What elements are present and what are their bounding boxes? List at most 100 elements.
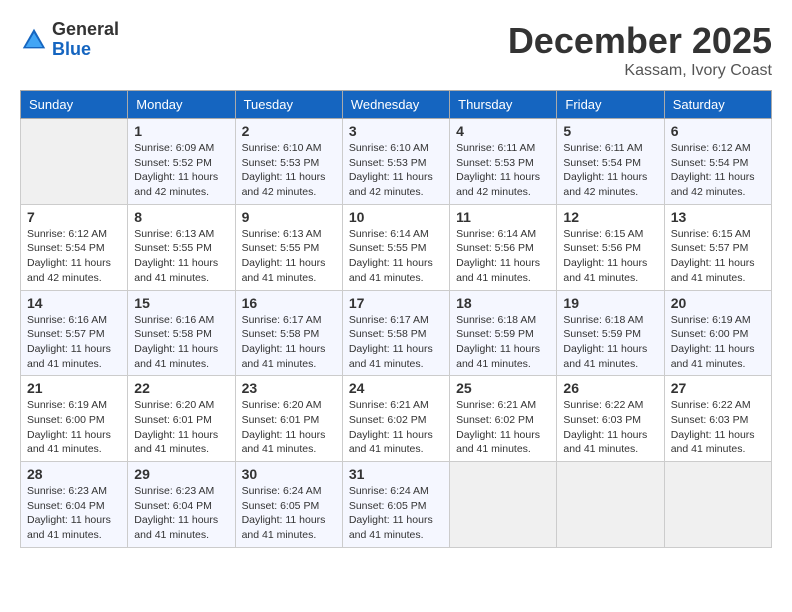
day-info: Sunrise: 6:16 AMSunset: 5:58 PMDaylight:… [134, 313, 228, 372]
calendar-cell: 10Sunrise: 6:14 AMSunset: 5:55 PMDayligh… [342, 204, 449, 290]
calendar-header-saturday: Saturday [664, 91, 771, 119]
day-number: 26 [563, 380, 657, 396]
calendar-cell: 21 Sunrise: 6:19 AMSunset: 6:00 PMDayligh… [21, 376, 128, 462]
day-number: 19 [563, 295, 657, 311]
day-info: Sunrise: 6:22 AMSunset: 6:03 PMDaylight:… [671, 398, 765, 457]
day-info: Sunrise: 6:14 AMSunset: 5:56 PMDaylight:… [456, 227, 550, 286]
calendar-cell: 31Sunrise: 6:24 AMSunset: 6:05 PMDayligh… [342, 462, 449, 548]
day-info: Sunrise: 6:16 AMSunset: 5:57 PMDaylight:… [27, 313, 121, 372]
day-info: Sunrise: 6:19 AMSunset: 6:00 PMDaylight:… [671, 313, 765, 372]
day-number: 25 [456, 380, 550, 396]
calendar-cell: 4 Sunrise: 6:11 AMSunset: 5:53 PMDaylight… [450, 119, 557, 205]
calendar-cell: 2Sunrise: 6:10 AMSunset: 5:53 PMDaylight… [235, 119, 342, 205]
day-number: 15 [134, 295, 228, 311]
day-number: 11 [456, 209, 550, 225]
day-info: Sunrise: 6:12 AMSunset: 5:54 PMDaylight:… [27, 227, 121, 286]
calendar-header-tuesday: Tuesday [235, 91, 342, 119]
day-number: 31 [349, 466, 443, 482]
calendar-cell: 14 Sunrise: 6:16 AMSunset: 5:57 PMDayligh… [21, 290, 128, 376]
day-number: 13 [671, 209, 765, 225]
day-info: Sunrise: 6:15 AMSunset: 5:56 PMDaylight:… [563, 227, 657, 286]
day-info: Sunrise: 6:21 AMSunset: 6:02 PMDaylight:… [349, 398, 443, 457]
month-title: December 2025 [508, 20, 772, 62]
calendar-cell: 13 Sunrise: 6:15 AMSunset: 5:57 PMDayligh… [664, 204, 771, 290]
calendar-cell: 7 Sunrise: 6:12 AMSunset: 5:54 PMDaylight… [21, 204, 128, 290]
calendar-cell: 24 Sunrise: 6:21 AMSunset: 6:02 PMDayligh… [342, 376, 449, 462]
day-number: 8 [134, 209, 228, 225]
calendar-cell: 20Sunrise: 6:19 AMSunset: 6:00 PMDayligh… [664, 290, 771, 376]
calendar-cell: 1Sunrise: 6:09 AMSunset: 5:52 PMDaylight… [128, 119, 235, 205]
calendar-cell: 17 Sunrise: 6:17 AMSunset: 5:58 PMDayligh… [342, 290, 449, 376]
calendar-cell: 5 Sunrise: 6:11 AMSunset: 5:54 PMDaylight… [557, 119, 664, 205]
day-number: 9 [242, 209, 336, 225]
logo: General Blue [20, 20, 119, 60]
calendar-cell: 23Sunrise: 6:20 AMSunset: 6:01 PMDayligh… [235, 376, 342, 462]
calendar-cell: 26 Sunrise: 6:22 AMSunset: 6:03 PMDayligh… [557, 376, 664, 462]
day-number: 18 [456, 295, 550, 311]
day-info: Sunrise: 6:12 AMSunset: 5:54 PMDaylight:… [671, 141, 765, 200]
calendar-header-monday: Monday [128, 91, 235, 119]
day-number: 5 [563, 123, 657, 139]
calendar-week-5: 28Sunrise: 6:23 AMSunset: 6:04 PMDayligh… [21, 462, 772, 548]
day-info: Sunrise: 6:23 AMSunset: 6:04 PMDaylight:… [134, 484, 228, 543]
calendar-cell: 30 Sunrise: 6:24 AMSunset: 6:05 PMDayligh… [235, 462, 342, 548]
day-number: 24 [349, 380, 443, 396]
calendar-cell: 8 Sunrise: 6:13 AMSunset: 5:55 PMDaylight… [128, 204, 235, 290]
calendar-cell: 3 Sunrise: 6:10 AMSunset: 5:53 PMDaylight… [342, 119, 449, 205]
day-info: Sunrise: 6:22 AMSunset: 6:03 PMDaylight:… [563, 398, 657, 457]
day-info: Sunrise: 6:17 AMSunset: 5:58 PMDaylight:… [242, 313, 336, 372]
day-info: Sunrise: 6:10 AMSunset: 5:53 PMDaylight:… [349, 141, 443, 200]
calendar-cell: 18Sunrise: 6:18 AMSunset: 5:59 PMDayligh… [450, 290, 557, 376]
calendar-cell: 22 Sunrise: 6:20 AMSunset: 6:01 PMDayligh… [128, 376, 235, 462]
calendar-header-thursday: Thursday [450, 91, 557, 119]
day-number: 6 [671, 123, 765, 139]
day-number: 29 [134, 466, 228, 482]
day-info: Sunrise: 6:14 AMSunset: 5:55 PMDaylight:… [349, 227, 443, 286]
calendar-cell: 12Sunrise: 6:15 AMSunset: 5:56 PMDayligh… [557, 204, 664, 290]
day-info: Sunrise: 6:20 AMSunset: 6:01 PMDaylight:… [134, 398, 228, 457]
day-number: 21 [27, 380, 121, 396]
location: Kassam, Ivory Coast [508, 62, 772, 80]
calendar-header-row: SundayMondayTuesdayWednesdayThursdayFrid… [21, 91, 772, 119]
day-number: 30 [242, 466, 336, 482]
calendar-cell: 27Sunrise: 6:22 AMSunset: 6:03 PMDayligh… [664, 376, 771, 462]
calendar-cell: 29 Sunrise: 6:23 AMSunset: 6:04 PMDayligh… [128, 462, 235, 548]
calendar-header-sunday: Sunday [21, 91, 128, 119]
day-info: Sunrise: 6:18 AMSunset: 5:59 PMDaylight:… [563, 313, 657, 372]
day-number: 3 [349, 123, 443, 139]
calendar-cell: 28Sunrise: 6:23 AMSunset: 6:04 PMDayligh… [21, 462, 128, 548]
calendar-cell [557, 462, 664, 548]
calendar-table: SundayMondayTuesdayWednesdayThursdayFrid… [20, 90, 772, 548]
calendar-cell: 19 Sunrise: 6:18 AMSunset: 5:59 PMDayligh… [557, 290, 664, 376]
day-number: 4 [456, 123, 550, 139]
calendar-cell: 11 Sunrise: 6:14 AMSunset: 5:56 PMDayligh… [450, 204, 557, 290]
day-info: Sunrise: 6:17 AMSunset: 5:58 PMDaylight:… [349, 313, 443, 372]
day-number: 14 [27, 295, 121, 311]
logo-general: General [52, 20, 119, 40]
calendar-week-3: 14 Sunrise: 6:16 AMSunset: 5:57 PMDayligh… [21, 290, 772, 376]
day-number: 17 [349, 295, 443, 311]
day-info: Sunrise: 6:24 AMSunset: 6:05 PMDaylight:… [242, 484, 336, 543]
logo-blue: Blue [52, 40, 119, 60]
calendar-header-wednesday: Wednesday [342, 91, 449, 119]
logo-icon [20, 26, 48, 54]
calendar-cell: 6 Sunrise: 6:12 AMSunset: 5:54 PMDaylight… [664, 119, 771, 205]
calendar-week-2: 7 Sunrise: 6:12 AMSunset: 5:54 PMDaylight… [21, 204, 772, 290]
day-number: 16 [242, 295, 336, 311]
day-info: Sunrise: 6:19 AMSunset: 6:00 PMDaylight:… [27, 398, 121, 457]
day-number: 22 [134, 380, 228, 396]
day-number: 7 [27, 209, 121, 225]
calendar-cell: 25Sunrise: 6:21 AMSunset: 6:02 PMDayligh… [450, 376, 557, 462]
calendar-header-friday: Friday [557, 91, 664, 119]
day-number: 2 [242, 123, 336, 139]
day-info: Sunrise: 6:13 AMSunset: 5:55 PMDaylight:… [134, 227, 228, 286]
calendar-week-1: 1Sunrise: 6:09 AMSunset: 5:52 PMDaylight… [21, 119, 772, 205]
calendar-cell: 15 Sunrise: 6:16 AMSunset: 5:58 PMDayligh… [128, 290, 235, 376]
calendar-cell [450, 462, 557, 548]
logo-text: General Blue [52, 20, 119, 60]
calendar-cell: 9Sunrise: 6:13 AMSunset: 5:55 PMDaylight… [235, 204, 342, 290]
day-info: Sunrise: 6:11 AMSunset: 5:54 PMDaylight:… [563, 141, 657, 200]
day-info: Sunrise: 6:15 AMSunset: 5:57 PMDaylight:… [671, 227, 765, 286]
day-info: Sunrise: 6:11 AMSunset: 5:53 PMDaylight:… [456, 141, 550, 200]
page-header: General Blue December 2025 Kassam, Ivory… [20, 20, 772, 80]
